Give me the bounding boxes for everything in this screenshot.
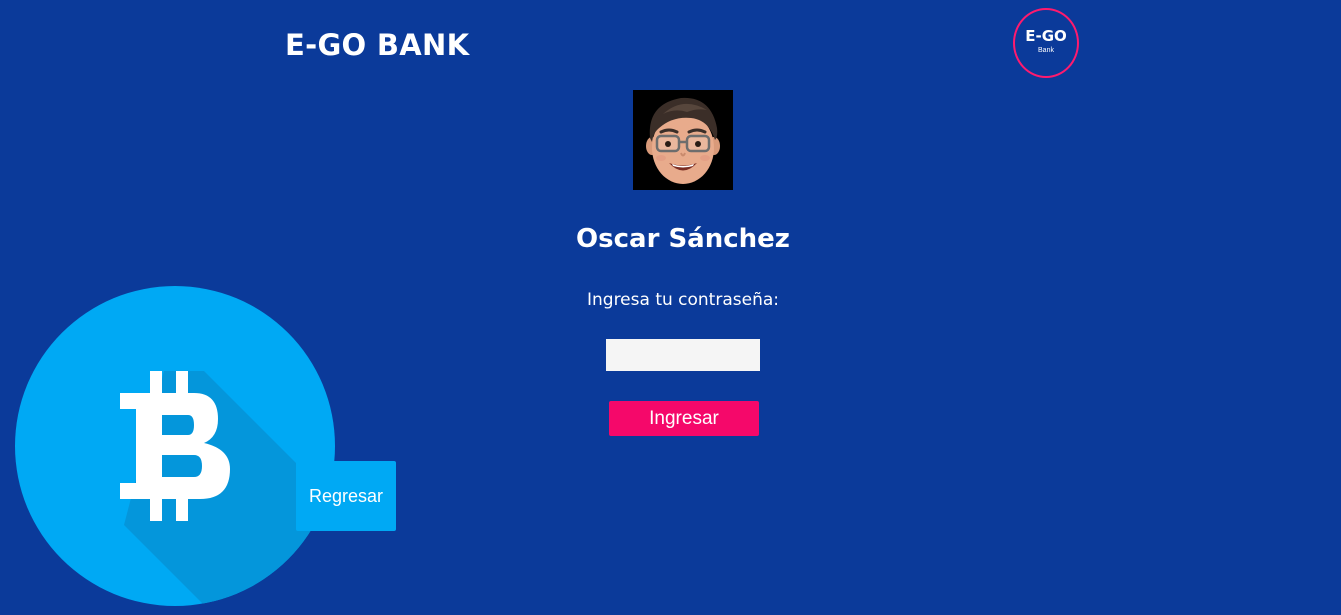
user-name: Oscar Sánchez — [576, 224, 790, 254]
memoji-avatar-icon — [633, 90, 733, 190]
logo-text: E-GO — [1025, 27, 1067, 45]
login-button[interactable]: Ingresar — [609, 401, 759, 436]
password-input[interactable] — [606, 339, 760, 371]
bank-logo: E-GO Bank — [1013, 8, 1079, 78]
user-avatar — [633, 90, 733, 190]
bitcoin-icon — [15, 286, 335, 606]
logo-subtext: Bank — [1038, 47, 1054, 54]
back-button[interactable]: Regresar — [296, 461, 396, 531]
brand-title: E-GO BANK — [285, 28, 470, 62]
